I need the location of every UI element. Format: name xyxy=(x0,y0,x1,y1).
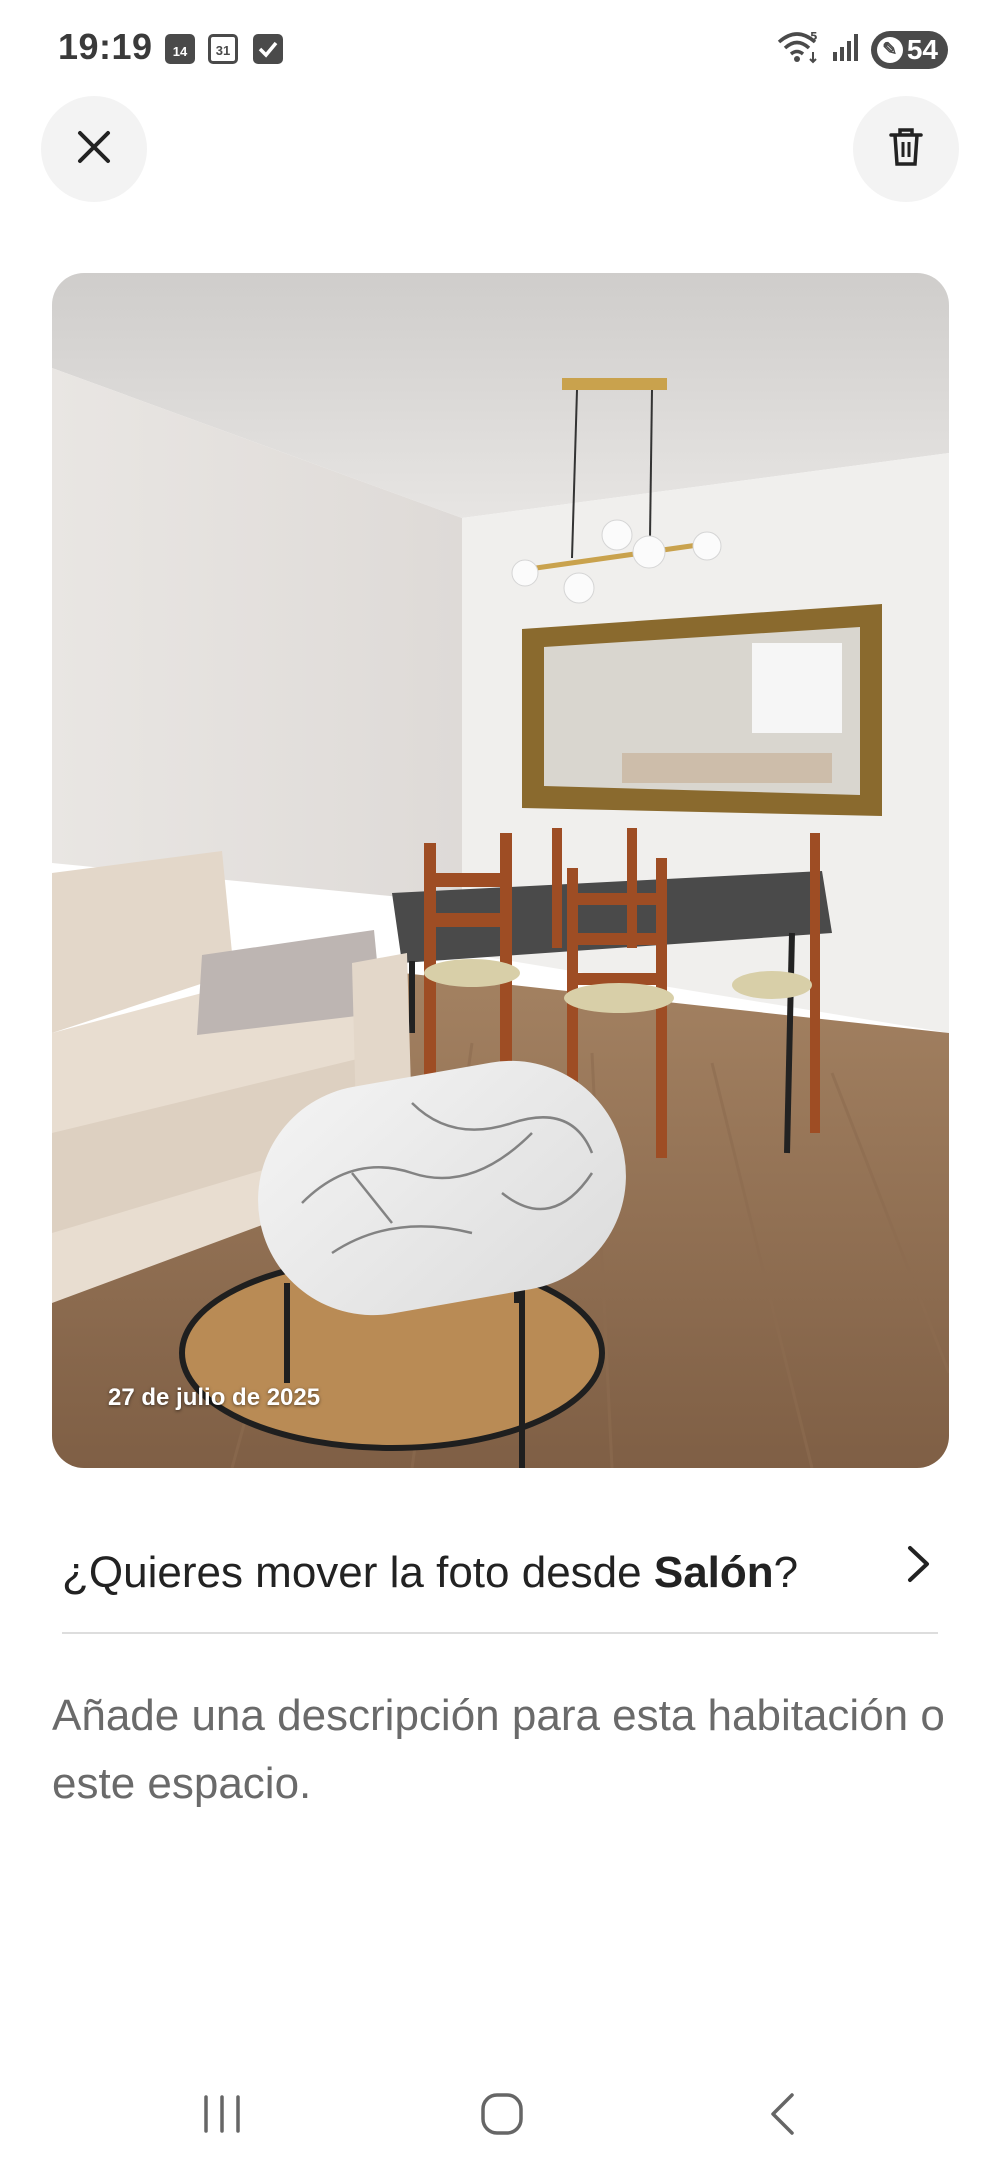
battery-level: 54 xyxy=(906,33,938,65)
status-bar: 19:19 14 31 5 ✎ 54 xyxy=(0,0,1000,96)
back-icon xyxy=(767,2091,797,2142)
signal-icon xyxy=(831,32,861,67)
status-time: 19:19 xyxy=(58,26,153,67)
calendar-31-icon: 31 xyxy=(208,34,238,64)
move-photo-question: ¿Quieres mover la foto desde Salón? xyxy=(62,1548,798,1598)
move-photo-row[interactable]: ¿Quieres mover la foto desde Salón? xyxy=(62,1514,938,1634)
move-photo-prefix: ¿Quieres mover la foto desde xyxy=(62,1548,654,1597)
svg-text:5: 5 xyxy=(810,30,818,43)
trash-icon xyxy=(888,127,924,172)
move-photo-suffix: ? xyxy=(773,1548,799,1597)
back-button[interactable] xyxy=(742,2086,822,2146)
home-button[interactable] xyxy=(462,2086,542,2146)
battery-indicator: ✎ 54 xyxy=(870,30,948,69)
living-room-image xyxy=(52,273,949,1468)
move-photo-room: Salón xyxy=(653,1548,774,1597)
chevron-right-icon xyxy=(906,1544,932,1589)
checkbox-icon xyxy=(253,34,283,64)
description-field[interactable]: Añade una descripción para esta habitaci… xyxy=(52,1682,952,1818)
system-nav-bar xyxy=(0,2060,1000,2167)
delete-button[interactable] xyxy=(853,96,959,202)
recent-apps-icon xyxy=(200,2093,244,2140)
recent-apps-button[interactable] xyxy=(182,2086,262,2146)
status-right: 5 ✎ 54 xyxy=(777,30,948,69)
battery-saver-icon: ✎ xyxy=(876,36,903,63)
wifi-icon: 5 xyxy=(777,30,821,69)
close-icon xyxy=(76,129,112,170)
home-icon xyxy=(479,2091,525,2142)
close-button[interactable] xyxy=(41,96,147,202)
calendar-14-icon: 14 xyxy=(165,34,195,64)
photo-date-label: 27 de julio de 2025 xyxy=(108,1384,321,1411)
room-photo[interactable]: 27 de julio de 2025 xyxy=(52,273,949,1468)
